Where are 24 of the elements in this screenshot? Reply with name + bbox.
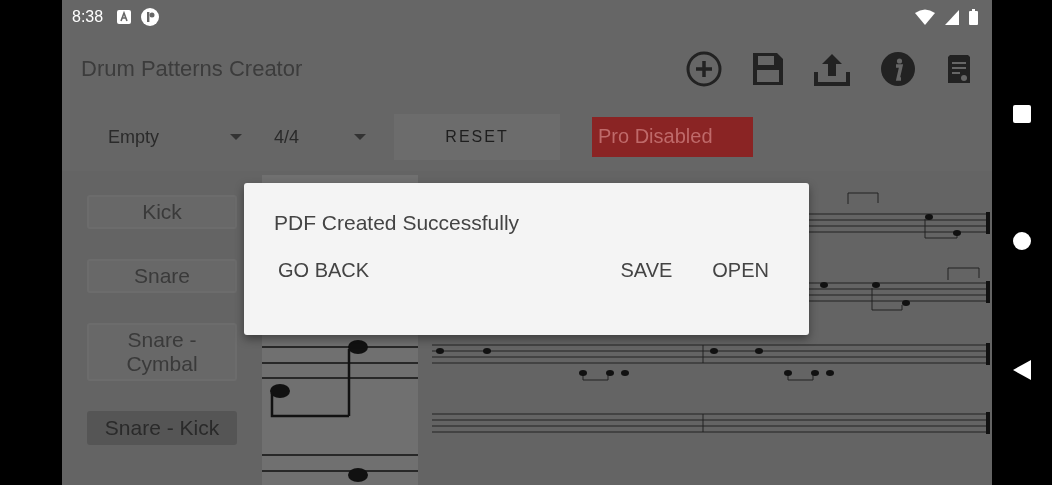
reset-button[interactable]: RESET xyxy=(394,114,560,160)
caret-icon xyxy=(230,134,242,140)
home-icon[interactable] xyxy=(1013,232,1031,251)
upload-icon[interactable] xyxy=(814,52,850,86)
battery-icon xyxy=(969,9,978,26)
info-icon[interactable] xyxy=(880,51,916,87)
status-time: 8:38 xyxy=(72,8,104,27)
caret-icon xyxy=(354,134,366,140)
save-icon[interactable] xyxy=(752,52,784,86)
signal-icon xyxy=(945,10,959,25)
wifi-icon xyxy=(915,9,935,26)
time-signature-dropdown[interactable]: 4/4 xyxy=(274,126,366,148)
dialog-button[interactable]: OPEN xyxy=(700,251,781,290)
dialog-button[interactable]: SAVE xyxy=(608,251,685,290)
back-icon[interactable] xyxy=(1013,360,1031,381)
pattern-dropdown[interactable]: Empty xyxy=(108,126,242,148)
notification-icon xyxy=(117,10,132,25)
notification-icon xyxy=(141,8,160,27)
sheet-music-icon[interactable] xyxy=(946,53,972,85)
recents-icon[interactable] xyxy=(1013,104,1031,123)
add-icon[interactable] xyxy=(686,51,722,87)
dialog-button[interactable]: GO BACK xyxy=(266,251,382,290)
dialog-title: PDF Created Successfully xyxy=(273,210,521,235)
pro-status-badge: Pro Disabled xyxy=(592,117,753,157)
